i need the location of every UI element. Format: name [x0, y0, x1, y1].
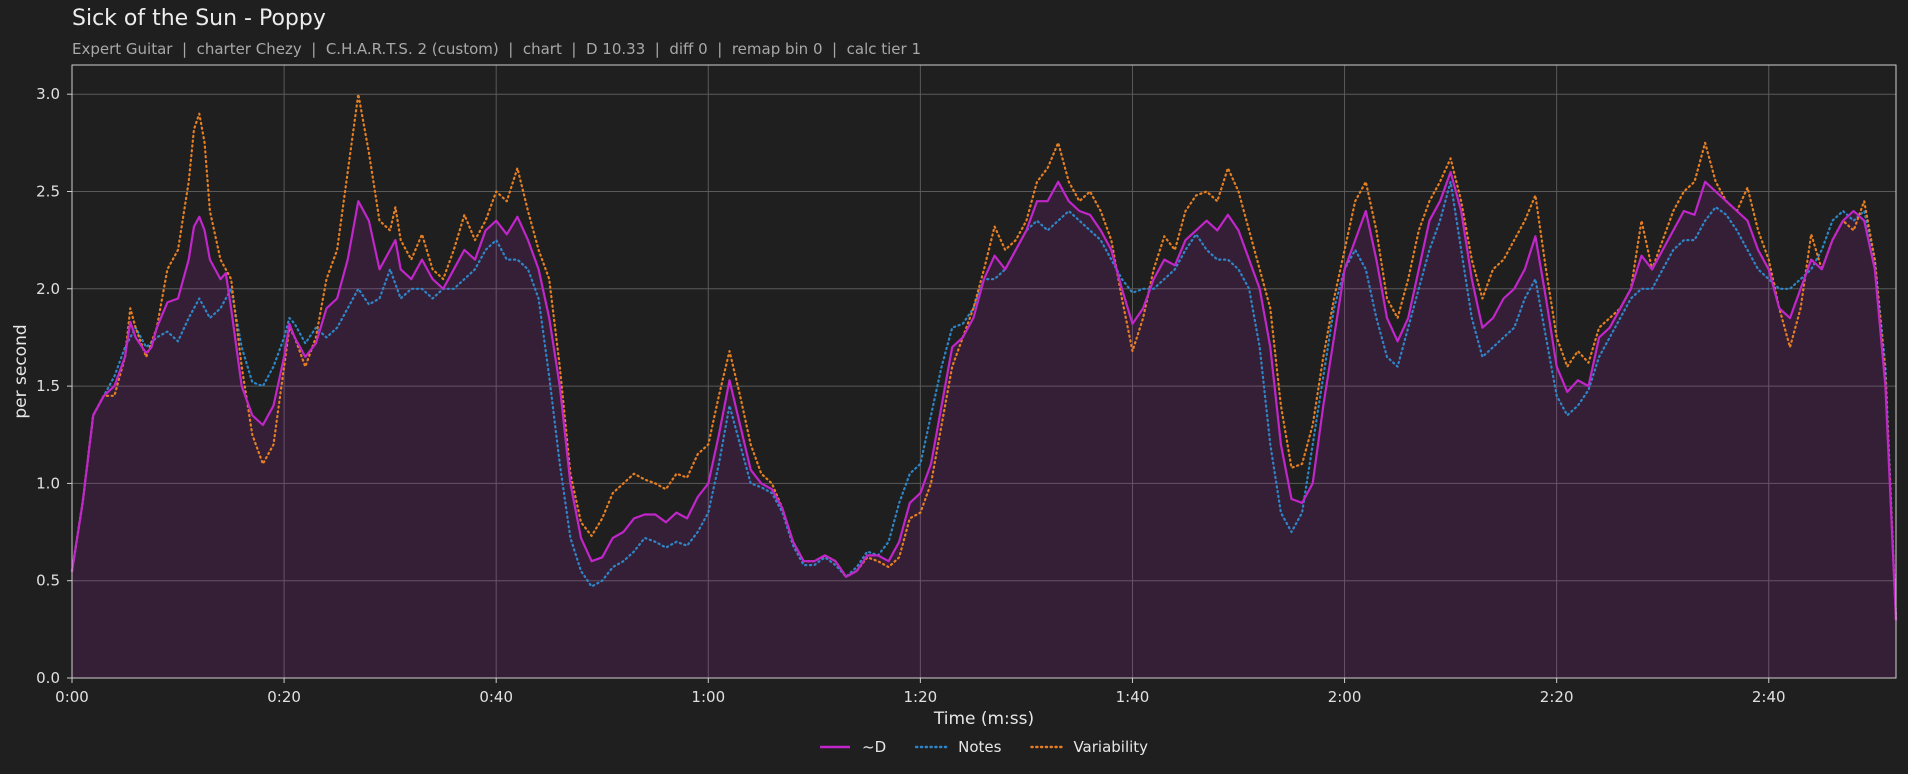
area-fill — [72, 172, 1896, 678]
x-tick-label: 0:20 — [267, 688, 301, 706]
x-tick-label: 2:40 — [1752, 688, 1786, 706]
y-axis-ticks: 0.0 0.5 1.0 1.5 2.0 2.5 3.0 — [36, 85, 72, 687]
y-tick-label: 2.0 — [36, 280, 60, 298]
legend-label-2: Variability — [1073, 738, 1148, 756]
legend-label-1: Notes — [958, 738, 1002, 756]
y-tick-label: 1.5 — [36, 377, 60, 395]
x-tick-label: 0:00 — [55, 688, 89, 706]
series-area-0 — [72, 172, 1896, 678]
y-tick-label: 2.5 — [36, 182, 60, 200]
y-tick-label: 0.5 — [36, 572, 60, 590]
x-axis-ticks: 0:00 0:20 0:40 1:00 1:20 1:40 2:00 2:20 2:40 — [55, 678, 1786, 706]
x-axis-label: Time (m:ss) — [933, 709, 1034, 729]
x-tick-label: 1:20 — [904, 688, 938, 706]
line-chart: 0:00 0:20 0:40 1:00 1:20 1:40 2:00 2:20 2:40 0.0… — [11, 64, 1898, 756]
legend-label-0: ~D — [862, 738, 886, 756]
y-tick-label: 1.0 — [36, 474, 60, 492]
x-tick-label: 2:00 — [1328, 688, 1362, 706]
x-tick-label: 2:20 — [1540, 688, 1574, 706]
y-tick-label: 0.0 — [36, 669, 60, 687]
y-axis-label: per second — [11, 324, 31, 418]
x-tick-label: 1:00 — [691, 688, 725, 706]
x-tick-label: 0:40 — [479, 688, 513, 706]
y-tick-label: 3.0 — [36, 85, 60, 103]
legend: ~D Notes Variability — [820, 738, 1148, 756]
x-tick-label: 1:40 — [1116, 688, 1150, 706]
